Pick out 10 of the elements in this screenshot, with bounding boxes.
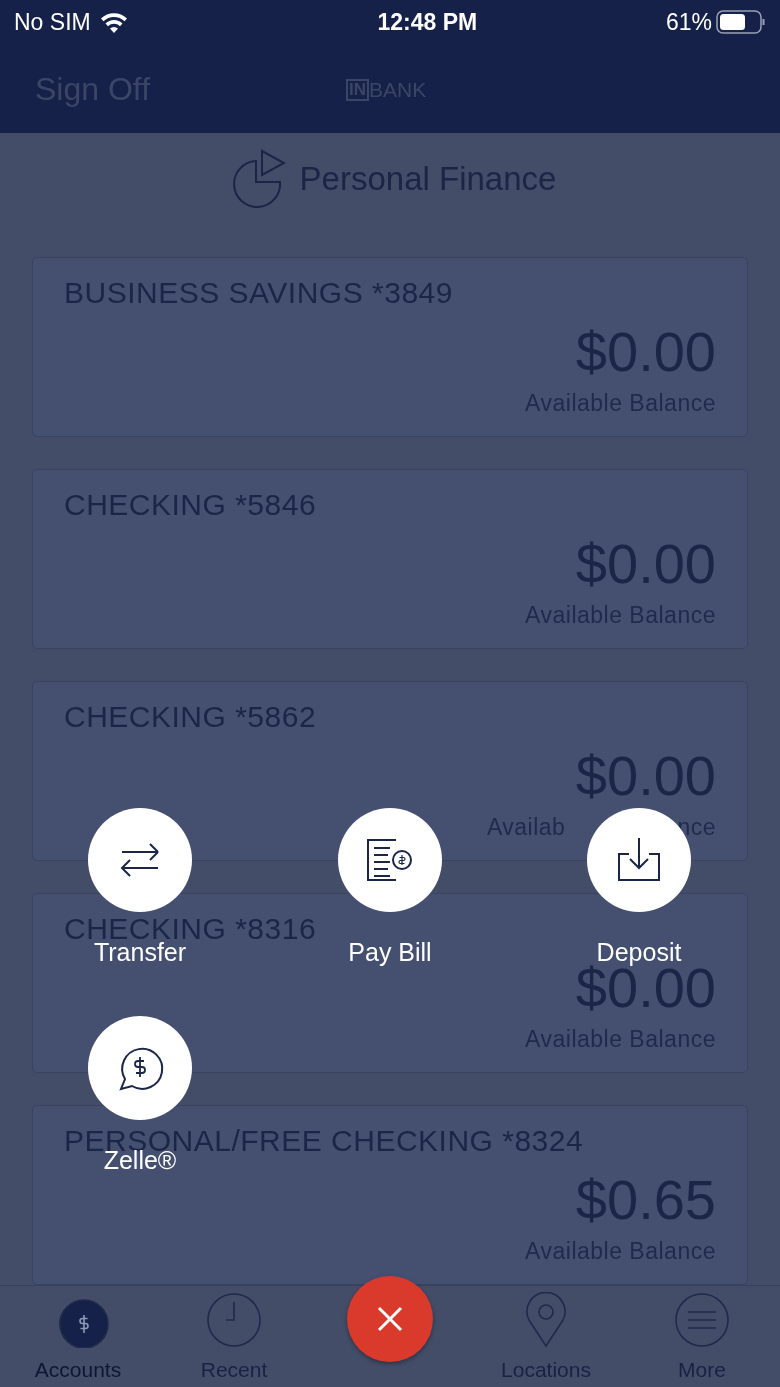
carrier-text: No SIM xyxy=(14,7,91,37)
battery-icon xyxy=(716,10,766,34)
close-icon xyxy=(377,1306,403,1332)
clock-text: 12:48 PM xyxy=(377,7,478,37)
tab-item[interactable]: Accounts xyxy=(0,1286,156,1387)
quick-action-label: Pay Bill xyxy=(348,938,432,966)
close-button[interactable] xyxy=(347,1276,433,1362)
download-tray-icon xyxy=(615,836,663,884)
battery-percent: 61% xyxy=(665,7,712,37)
wifi-icon xyxy=(98,11,129,33)
